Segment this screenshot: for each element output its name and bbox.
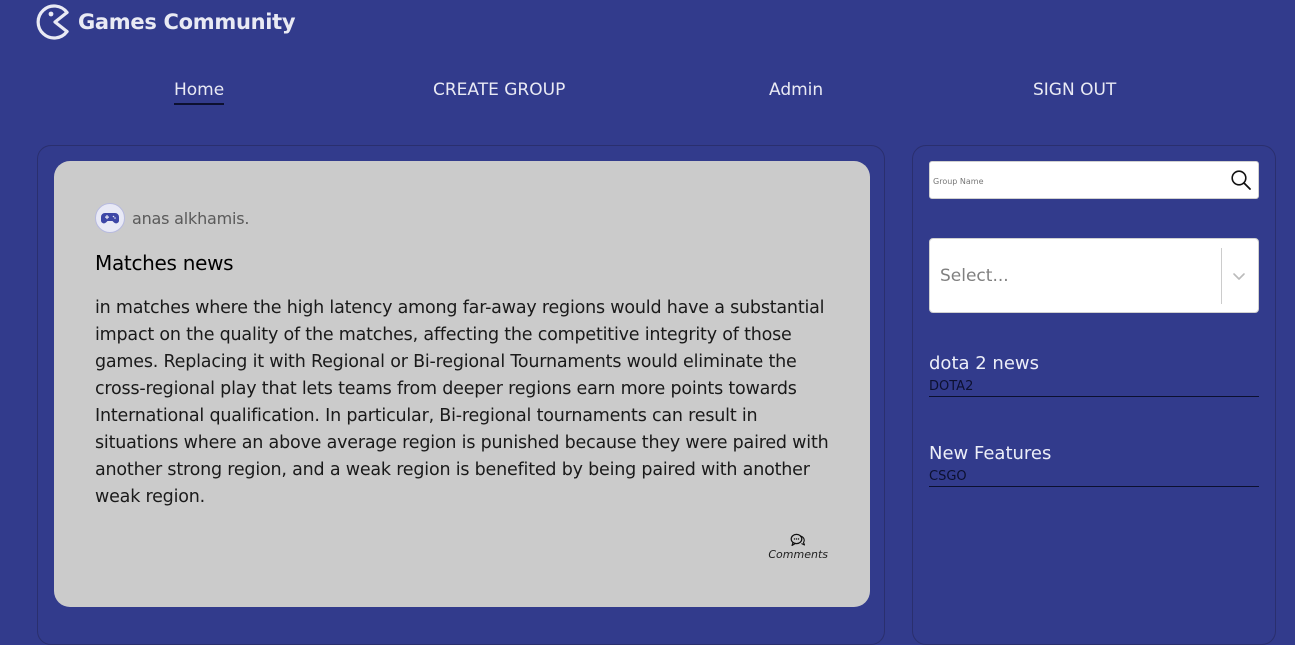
select-value: Select...: [940, 266, 1009, 286]
brand-name: Games Community: [78, 10, 296, 34]
author-name[interactable]: anas alkhamis.: [132, 209, 249, 228]
gamepad-icon: [101, 213, 119, 224]
chat-bubbles-icon: [790, 533, 806, 547]
nav-home-link[interactable]: Home: [174, 80, 225, 105]
group-title[interactable]: New Features: [929, 443, 1259, 465]
post-card: anas alkhamis. Matches news in matches w…: [54, 161, 870, 607]
post-body: in matches where the high latency among …: [95, 298, 829, 507]
group-item[interactable]: New Features CSGO: [929, 443, 1259, 487]
nav-admin-link[interactable]: Admin: [769, 80, 823, 100]
comments-button[interactable]: Comments: [768, 533, 828, 561]
search-icon[interactable]: [1230, 169, 1252, 191]
group-select[interactable]: Select...: [929, 238, 1259, 313]
select-divider: [1221, 248, 1222, 304]
post-title: Matches news: [95, 251, 234, 275]
group-tag: CSGO: [929, 469, 1259, 487]
main-nav: Home CREATE GROUP Admin SIGN OUT: [0, 80, 1295, 112]
group-tag: DOTA2: [929, 379, 1259, 397]
post-author[interactable]: anas alkhamis.: [95, 203, 830, 233]
nav-sign-out-link[interactable]: SIGN OUT: [1033, 80, 1116, 100]
group-search-input[interactable]: [930, 162, 1225, 200]
group-title[interactable]: dota 2 news: [929, 353, 1259, 375]
nav-create-group-link[interactable]: CREATE GROUP: [433, 80, 565, 100]
avatar[interactable]: [95, 203, 125, 233]
chevron-down-icon[interactable]: [1232, 269, 1246, 283]
group-item[interactable]: dota 2 news DOTA2: [929, 353, 1259, 397]
comments-label: Comments: [768, 548, 828, 561]
group-search: [929, 161, 1259, 200]
brand-logo[interactable]: Games Community: [34, 2, 296, 42]
pacman-logo-icon: [36, 4, 69, 40]
